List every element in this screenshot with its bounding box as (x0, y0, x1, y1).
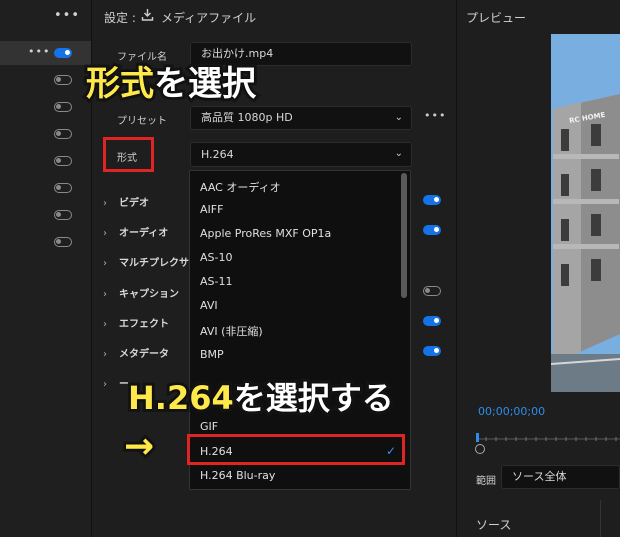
timeline-ruler[interactable] (476, 431, 620, 447)
section-multiplexer[interactable]: › マルチプレクサー (103, 254, 199, 269)
preset-value: 高品質 1080p HD (201, 111, 293, 124)
source-label: メディアファイル (161, 11, 257, 25)
chevron-down-icon: ⌄ (394, 148, 403, 159)
chevron-right-icon: › (103, 228, 107, 239)
format-option[interactable]: AVI (200, 299, 218, 312)
captions-toggle[interactable] (423, 286, 441, 296)
callout-select-h264: H.264を選択する (125, 376, 397, 420)
preset-more-icon[interactable]: ••• (424, 109, 446, 122)
chevron-right-icon: › (103, 379, 107, 390)
range-label: 範囲 (476, 476, 496, 487)
section-effects[interactable]: › エフェクト (103, 315, 169, 330)
video-toggle[interactable] (423, 195, 441, 205)
format-dropdown[interactable]: H.264 ⌄ (190, 142, 412, 167)
source-section-title: ソース (476, 518, 512, 532)
row-toggle-5[interactable] (54, 156, 72, 166)
format-option[interactable]: BMP (200, 348, 224, 361)
audio-toggle[interactable] (423, 225, 441, 235)
range-dropdown[interactable]: ソース全体 (501, 465, 620, 489)
preset-label: プリセット (117, 116, 167, 127)
left-rail: ••• ••• (0, 0, 92, 537)
format-option[interactable]: AIFF (200, 203, 223, 216)
row-menu-icon[interactable]: ••• (28, 45, 50, 58)
chevron-right-icon: › (103, 319, 107, 330)
chevron-right-icon: › (103, 349, 107, 360)
rail-row-selected[interactable]: ••• (0, 41, 91, 65)
chevron-right-icon: › (103, 258, 107, 269)
in-point-handle[interactable] (475, 444, 485, 454)
callout-select-format: 形式を選択 (83, 61, 259, 107)
format-option[interactable]: AS-10 (200, 251, 232, 264)
section-audio[interactable]: › オーディオ (103, 224, 168, 239)
row-toggle-4[interactable] (54, 129, 72, 139)
divider (600, 500, 601, 537)
section-collapsed[interactable]: › ー (103, 375, 129, 390)
preview-title: プレビュー (466, 11, 527, 25)
rail-menu-icon[interactable]: ••• (54, 8, 80, 23)
effects-toggle[interactable] (423, 316, 441, 326)
metadata-toggle[interactable] (423, 346, 441, 356)
timecode: 00;00;00;00 (478, 405, 546, 418)
format-option[interactable]: AAC オーディオ (200, 179, 281, 195)
row-toggle-6[interactable] (54, 183, 72, 193)
export-icon (141, 8, 154, 24)
row-toggle-1[interactable] (54, 48, 72, 58)
arrow-right-icon: → (121, 423, 157, 470)
row-toggle-3[interactable] (54, 102, 72, 112)
format-label-highlight (103, 137, 154, 172)
row-toggle-7[interactable] (54, 210, 72, 220)
section-video[interactable]: › ビデオ (103, 194, 149, 209)
row-toggle-8[interactable] (54, 237, 72, 247)
settings-title: 設定 : (104, 11, 136, 25)
format-option[interactable]: Apple ProRes MXF OP1a (200, 227, 331, 240)
section-metadata[interactable]: › メタデータ (103, 345, 169, 360)
chevron-right-icon: › (103, 198, 107, 209)
chevron-down-icon: ⌄ (394, 112, 403, 123)
h264-option-highlight (187, 434, 405, 465)
list-scrollbar[interactable] (401, 173, 407, 298)
preset-dropdown[interactable]: 高品質 1080p HD ⌄ (190, 106, 412, 130)
format-option[interactable]: AS-11 (200, 275, 232, 288)
chevron-right-icon: › (103, 289, 107, 300)
format-option[interactable]: GIF (200, 420, 218, 433)
section-captions[interactable]: › キャプション (103, 285, 179, 300)
row-toggle-2[interactable] (54, 75, 72, 85)
format-option[interactable]: AVI (非圧縮) (200, 323, 263, 339)
format-option[interactable]: H.264 Blu-ray (200, 469, 275, 482)
preview-video-frame: RC HOME (551, 34, 620, 392)
format-value: H.264 (201, 148, 234, 161)
